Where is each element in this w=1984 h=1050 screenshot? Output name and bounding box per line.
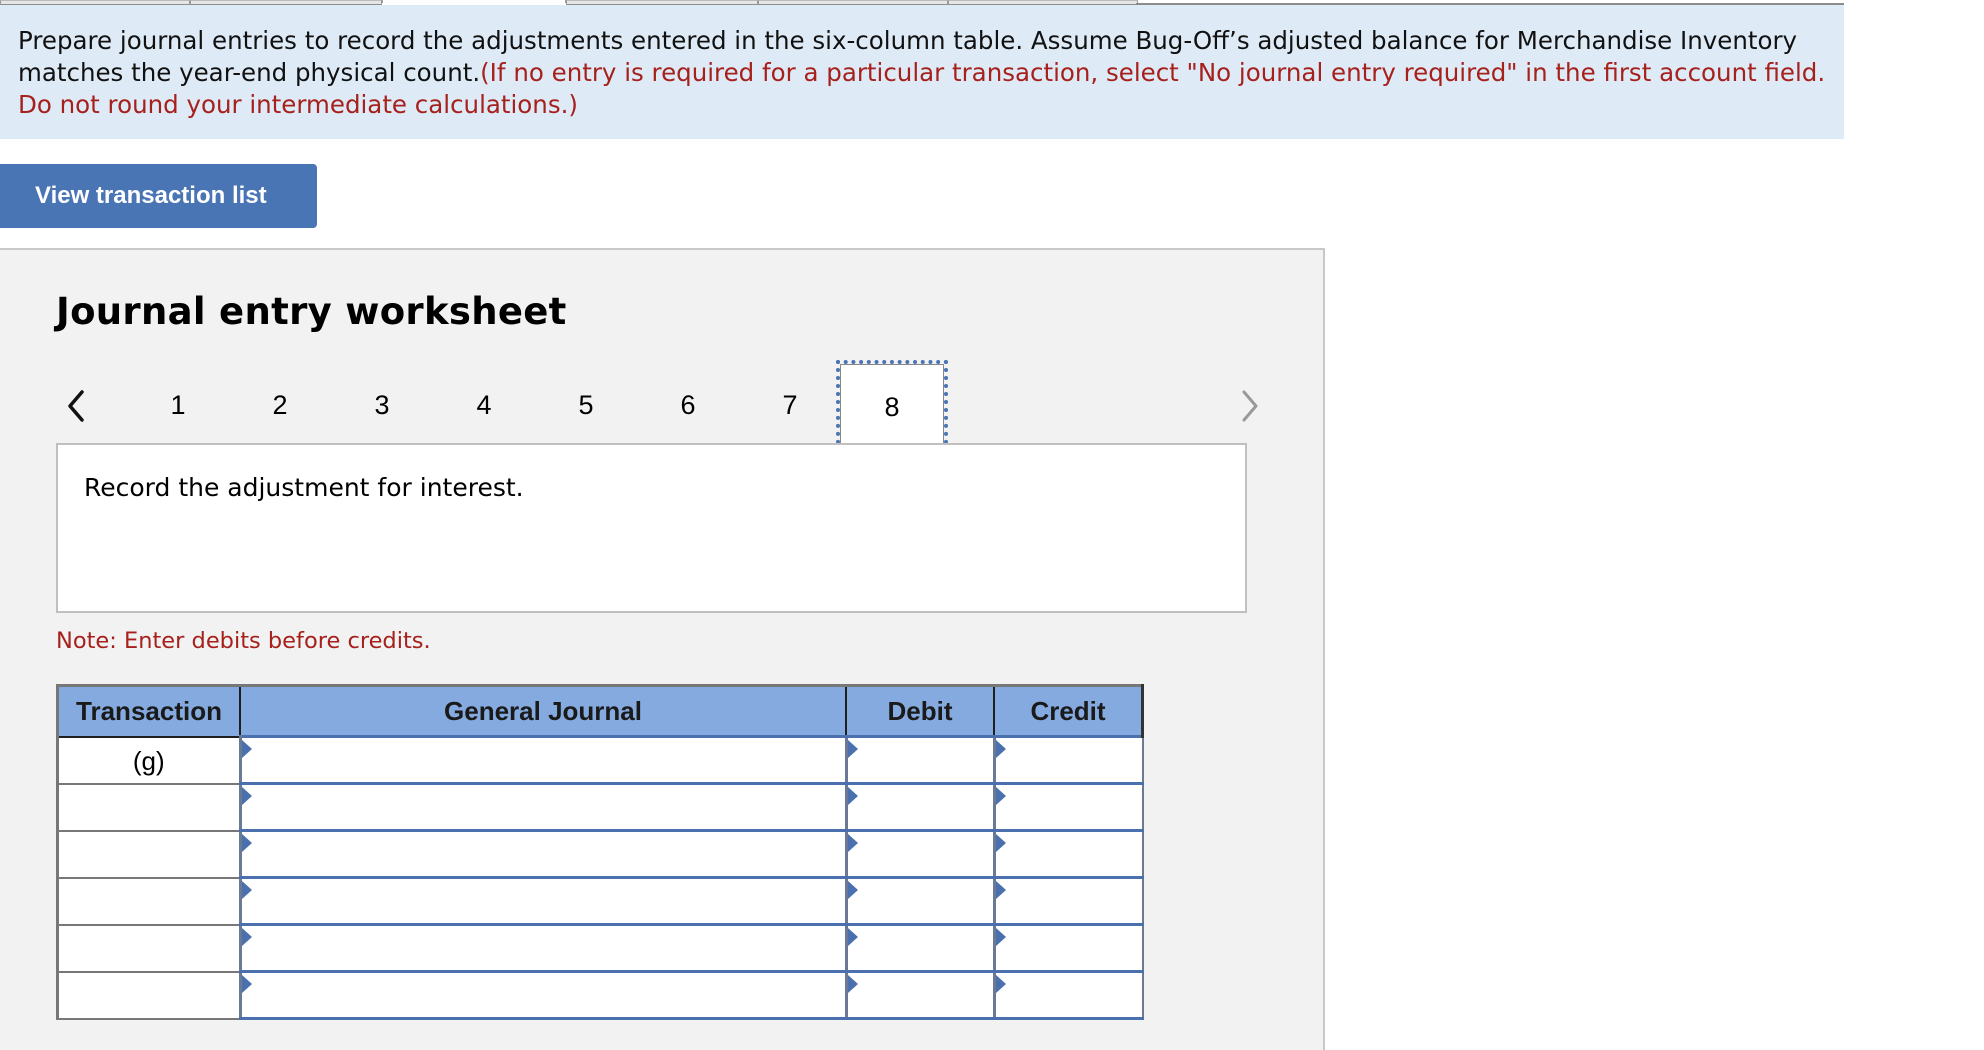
header-general-journal: General Journal: [239, 684, 847, 738]
debit-input-cell[interactable]: [844, 735, 995, 785]
debit-input-cell[interactable]: [844, 923, 995, 973]
table-row: [56, 923, 1144, 973]
credit-input[interactable]: [995, 879, 1142, 923]
pager-page-6[interactable]: 6: [658, 380, 718, 430]
pager-page-5[interactable]: 5: [556, 380, 616, 430]
question-text: Record the adjustment for interest.: [84, 473, 524, 502]
cell-marker-icon: [847, 834, 858, 852]
credit-input-cell[interactable]: [992, 829, 1144, 879]
credit-input-cell[interactable]: [992, 876, 1144, 926]
view-transaction-list-button[interactable]: View transaction list: [0, 164, 317, 228]
credit-input-cell[interactable]: [992, 735, 1144, 785]
journal-entry-worksheet-panel: Journal entry worksheet 1 2 3 4 5 6 7 8 …: [0, 248, 1325, 1050]
cell-marker-icon: [995, 834, 1006, 852]
credit-input-cell[interactable]: [992, 970, 1144, 1020]
cell-marker-icon: [995, 928, 1006, 946]
account-select-cell[interactable]: [238, 735, 847, 785]
account-select[interactable]: [241, 926, 845, 970]
cell-marker-icon: [241, 881, 252, 899]
header-debit: Debit: [845, 684, 995, 738]
transaction-cell: [56, 782, 241, 832]
pager-page-1[interactable]: 1: [148, 380, 208, 430]
cell-marker-icon: [241, 740, 252, 758]
account-select[interactable]: [241, 879, 845, 923]
cell-marker-icon: [995, 740, 1006, 758]
debit-input-cell[interactable]: [844, 782, 995, 832]
pager-page-4[interactable]: 4: [454, 380, 514, 430]
worksheet-title: Journal entry worksheet: [56, 290, 567, 333]
instructions-text: Prepare journal entries to record the ad…: [18, 25, 1828, 121]
cell-marker-icon: [995, 787, 1006, 805]
table-row: [56, 829, 1144, 879]
account-select-cell[interactable]: [238, 829, 847, 879]
debit-input-cell[interactable]: [844, 970, 995, 1020]
account-select[interactable]: [241, 973, 845, 1017]
account-select[interactable]: [241, 785, 845, 829]
transaction-cell: (g): [56, 735, 241, 785]
cell-marker-icon: [847, 740, 858, 758]
debit-input-cell[interactable]: [844, 829, 995, 879]
credit-input[interactable]: [995, 738, 1142, 782]
debit-input[interactable]: [847, 879, 993, 923]
debits-note: Note: Enter debits before credits.: [56, 628, 431, 654]
chevron-left-icon[interactable]: [60, 386, 90, 426]
account-select[interactable]: [241, 832, 845, 876]
cell-marker-icon: [241, 928, 252, 946]
cell-marker-icon: [847, 881, 858, 899]
table-row: [56, 970, 1144, 1020]
cell-marker-icon: [847, 975, 858, 993]
table-row: [56, 876, 1144, 926]
cell-marker-icon: [241, 787, 252, 805]
cell-marker-icon: [241, 975, 252, 993]
transaction-cell: [56, 876, 241, 926]
worksheet-pager: 1 2 3 4 5 6 7 8: [0, 360, 1323, 452]
debit-input[interactable]: [847, 973, 993, 1017]
debit-input[interactable]: [847, 926, 993, 970]
account-select-cell[interactable]: [238, 970, 847, 1020]
pager-page-7[interactable]: 7: [760, 380, 820, 430]
question-tab-active[interactable]: [382, 0, 566, 3]
cell-marker-icon: [995, 881, 1006, 899]
pager-page-8-active[interactable]: 8: [836, 360, 948, 452]
header-credit: Credit: [993, 684, 1144, 738]
credit-input[interactable]: [995, 832, 1142, 876]
chevron-right-icon[interactable]: [1236, 386, 1266, 426]
cell-marker-icon: [847, 928, 858, 946]
transaction-cell: [56, 970, 241, 1020]
cell-marker-icon: [847, 787, 858, 805]
general-journal-table: Transaction General Journal Debit Credit…: [56, 684, 1144, 1020]
debit-input[interactable]: [847, 785, 993, 829]
credit-input[interactable]: [995, 973, 1142, 1017]
account-select-cell[interactable]: [238, 923, 847, 973]
pager-page-2[interactable]: 2: [250, 380, 310, 430]
credit-input-cell[interactable]: [992, 923, 1144, 973]
debit-input[interactable]: [847, 738, 993, 782]
account-select-cell[interactable]: [238, 876, 847, 926]
pager-page-3[interactable]: 3: [352, 380, 412, 430]
debit-input-cell[interactable]: [844, 876, 995, 926]
cell-marker-icon: [241, 834, 252, 852]
question-box: Record the adjustment for interest.: [56, 443, 1247, 613]
credit-input[interactable]: [995, 785, 1142, 829]
credit-input-cell[interactable]: [992, 782, 1144, 832]
transaction-cell: [56, 829, 241, 879]
account-select[interactable]: [241, 738, 845, 782]
credit-input[interactable]: [995, 926, 1142, 970]
cell-marker-icon: [995, 975, 1006, 993]
transaction-cell: [56, 923, 241, 973]
account-select-cell[interactable]: [238, 782, 847, 832]
table-row: [56, 782, 1144, 832]
table-row: (g): [56, 735, 1144, 785]
instructions-banner: Prepare journal entries to record the ad…: [0, 5, 1844, 139]
table-header-row: Transaction General Journal Debit Credit: [56, 684, 1144, 738]
header-transaction: Transaction: [56, 684, 241, 738]
debit-input[interactable]: [847, 832, 993, 876]
